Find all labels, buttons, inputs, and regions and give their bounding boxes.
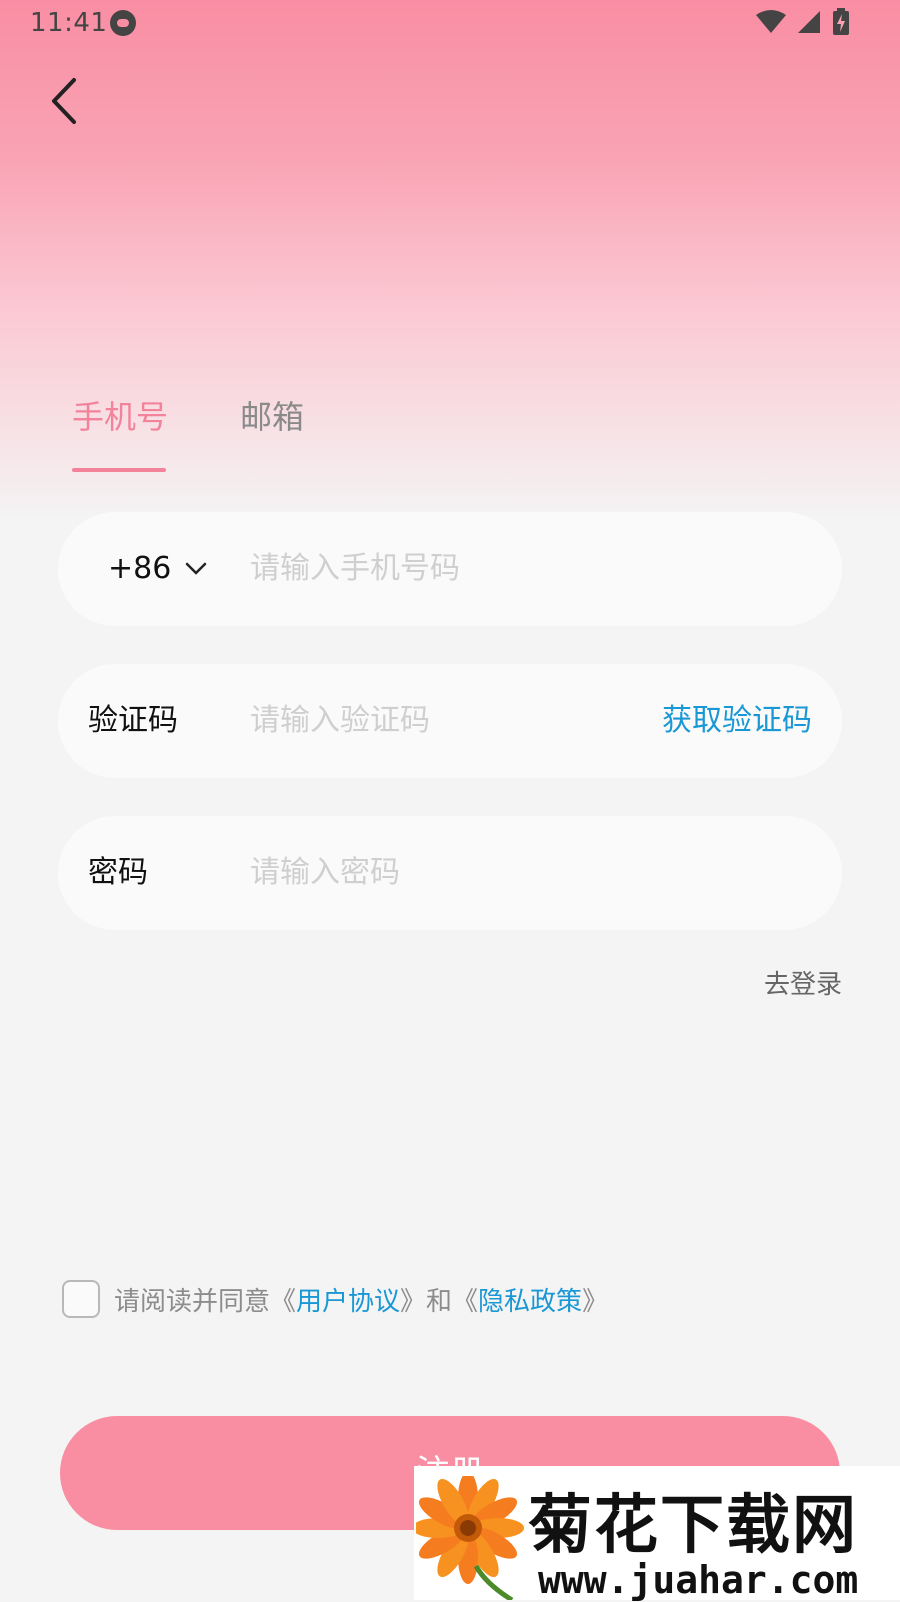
privacy-policy-link[interactable]: 隐私政策 bbox=[478, 1281, 582, 1318]
watermark-url: www.juahar.com bbox=[538, 1558, 859, 1602]
app-notification-icon bbox=[110, 10, 136, 36]
phone-field[interactable]: +86 请输入手机号码 bbox=[58, 512, 842, 626]
wifi-icon bbox=[756, 10, 786, 33]
battery-icon bbox=[833, 8, 849, 35]
code-input[interactable]: 请输入验证码 bbox=[250, 664, 430, 778]
phone-input[interactable]: 请输入手机号码 bbox=[250, 512, 460, 626]
signal-icon bbox=[798, 11, 820, 33]
chevron-down-icon bbox=[186, 562, 207, 575]
tab-phone[interactable]: 手机号 bbox=[72, 392, 168, 438]
agreement-checkbox[interactable] bbox=[62, 1280, 100, 1318]
country-code-selector[interactable]: +86 bbox=[108, 512, 207, 626]
agreement-row: 请阅读并同意《 用户协议 》和《 隐私政策》 bbox=[62, 1280, 608, 1318]
country-code: +86 bbox=[108, 551, 172, 586]
flower-logo-icon bbox=[416, 1476, 524, 1600]
code-label: 验证码 bbox=[88, 703, 178, 738]
code-field[interactable]: 验证码 请输入验证码 获取验证码 bbox=[58, 664, 842, 778]
tab-active-indicator bbox=[72, 468, 166, 472]
agreement-prefix: 请阅读并同意《 bbox=[114, 1286, 297, 1317]
agreement-middle: 》和《 bbox=[400, 1286, 479, 1317]
password-field[interactable]: 密码 请输入密码 bbox=[58, 816, 842, 930]
password-label: 密码 bbox=[88, 855, 148, 890]
watermark-title: 菊花下载网 bbox=[528, 1488, 858, 1563]
status-bar: 11:41 bbox=[0, 0, 900, 46]
tab-email[interactable]: 邮箱 bbox=[240, 392, 304, 438]
to-login-link[interactable]: 去登录 bbox=[764, 964, 842, 1001]
password-input[interactable]: 请输入密码 bbox=[250, 816, 400, 930]
status-time: 11:41 bbox=[30, 8, 108, 38]
agreement-suffix: 》 bbox=[582, 1286, 609, 1317]
get-code-button[interactable]: 获取验证码 bbox=[662, 664, 812, 778]
watermark: 菊花下载网 www.juahar.com bbox=[414, 1466, 900, 1602]
user-agreement-link[interactable]: 用户协议 bbox=[296, 1281, 400, 1318]
header-gradient bbox=[0, 0, 900, 520]
back-arrow-icon[interactable] bbox=[44, 74, 94, 128]
